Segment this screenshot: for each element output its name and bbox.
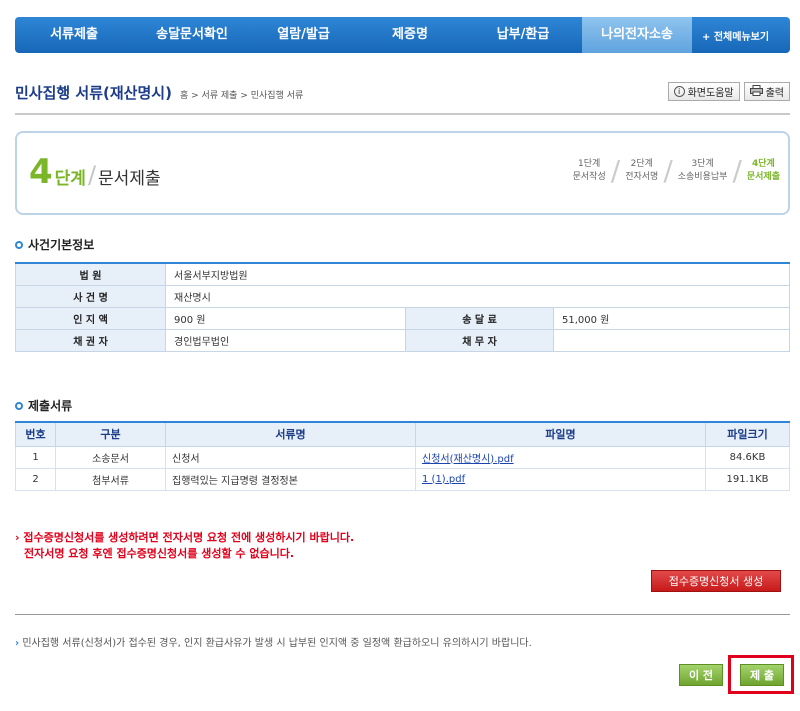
table-row: 법 원 서울서부지방법원 [15, 262, 790, 286]
current-step-title: 문서제출 [98, 169, 161, 189]
col-header-no: 번호 [15, 421, 56, 447]
creditor-value: 경인법무법인 [165, 328, 406, 352]
doc-name: 신청서 [165, 445, 416, 469]
table-row: 1 소송문서 신청서 신청서(재산명시).pdf 84.6KB [15, 445, 790, 469]
info-icon: i [673, 86, 685, 97]
col-header-type: 구분 [55, 421, 166, 447]
notice-text: 민사집행 서류(신청서)가 접수된 경우, 인지 환급사유가 발생 시 납부된 … [22, 638, 532, 649]
warning-line-1: 접수증명신청서를 생성하려면 전자서명 요청 전에 생성하시기 바랍니다. [23, 531, 355, 544]
print-button[interactable]: 출력 [743, 82, 790, 101]
table-row: 사 건 명 재산명시 [15, 284, 790, 308]
court-label: 법 원 [15, 262, 166, 286]
step-separator: / [732, 154, 742, 187]
step-item-label: 전자서명 [625, 172, 659, 182]
nav-item-document-submit[interactable]: 서류제출 [15, 17, 133, 53]
case-name-value: 재산명시 [165, 284, 790, 308]
table-row: 채 권 자 경인법무법인 채 무 자 [15, 328, 790, 352]
warning-line-2: 전자서명 요청 후엔 접수증명신청서를 생성할 수 없습니다. [24, 547, 295, 560]
all-menu-link[interactable]: + 전체메뉴보기 [692, 28, 769, 43]
service-fee-label: 송 달 료 [405, 306, 554, 330]
top-nav: 서류제출 송달문서확인 열람/발급 제증명 납부/환급 나의전자소송 + 전체메… [15, 17, 790, 53]
case-name-label: 사 건 명 [15, 284, 166, 308]
doc-type: 소송문서 [55, 445, 166, 469]
notice: › 민사집행 서류(신청서)가 접수된 경우, 인지 환급사유가 발생 시 납부… [15, 634, 532, 649]
divider [15, 614, 790, 615]
prev-button[interactable]: 이 전 [679, 664, 723, 686]
step-item-label: 문서작성 [572, 172, 606, 182]
stamp-fee-label: 인 지 액 [15, 306, 166, 330]
step-item-label: 소송비용납부 [677, 172, 728, 182]
table-header-row: 번호 구분 서류명 파일명 파일크기 [15, 421, 790, 447]
doc-file-link[interactable]: 1 (1).pdf [422, 474, 465, 485]
breadcrumb: 홈 > 서류 제출 > 민사집행 서류 [179, 91, 304, 101]
docs-heading: 제출서류 [15, 397, 72, 414]
doc-file-link[interactable]: 신청서(재산명시).pdf [422, 454, 514, 465]
doc-size: 191.1KB [705, 467, 790, 491]
divider [15, 113, 790, 115]
bullet-icon [15, 240, 23, 249]
current-step-word: 단계 [54, 169, 86, 189]
arrow-icon: › [15, 531, 20, 544]
step-item-4: 4단계 문서제출 [747, 158, 780, 184]
step-item-step: 4단계 [752, 159, 775, 169]
debtor-value [553, 328, 790, 352]
step-slash: / [87, 161, 97, 189]
table-row: 2 첨부서류 집행력있는 지급명령 결정정본 1 (1).pdf 191.1KB [15, 467, 790, 491]
screen-help-label: 화면도움말 [687, 88, 734, 99]
title-row: 민사집행 서류(재산명시) 홈 > 서류 제출 > 민사집행 서류 [15, 82, 303, 103]
screen-help-button[interactable]: i 화면도움말 [667, 82, 740, 101]
step-item-2: 2단계 전자서명 [625, 158, 658, 184]
doc-no: 1 [15, 445, 56, 469]
printer-icon [749, 84, 763, 99]
case-info-table: 법 원 서울서부지방법원 사 건 명 재산명시 인 지 액 900 원 송 달 … [15, 262, 790, 352]
stamp-fee-value: 900 원 [165, 306, 406, 330]
doc-type: 첨부서류 [55, 467, 166, 491]
step-item-step: 3단계 [691, 159, 714, 169]
doc-file-cell: 1 (1).pdf [415, 467, 706, 491]
step-item-3: 3단계 소송비용납부 [678, 158, 728, 184]
arrow-icon: › [15, 638, 20, 649]
doc-file-cell: 신청서(재산명시).pdf [415, 445, 706, 469]
col-header-file-size: 파일크기 [705, 421, 790, 447]
creditor-label: 채 권 자 [15, 328, 166, 352]
table-row: 인 지 액 900 원 송 달 료 51,000 원 [15, 306, 790, 330]
warning-message: › 접수증명신청서를 생성하려면 전자서명 요청 전에 생성하시기 바랍니다. … [15, 530, 354, 562]
print-label: 출력 [765, 88, 784, 99]
docs-title: 제출서류 [28, 399, 73, 413]
step-item-step: 1단계 [578, 159, 601, 169]
debtor-label: 채 무 자 [405, 328, 554, 352]
nav-item-service-check[interactable]: 송달문서확인 [133, 17, 251, 53]
step-item-1: 1단계 문서작성 [573, 158, 606, 184]
col-header-file-name: 파일명 [415, 421, 706, 447]
submit-button[interactable]: 제 출 [740, 664, 784, 686]
docs-table: 번호 구분 서류명 파일명 파일크기 1 소송문서 신청서 신청서(재산명시).… [15, 421, 790, 491]
step-item-step: 2단계 [630, 159, 653, 169]
service-fee-value: 51,000 원 [553, 306, 790, 330]
current-step: 4 단계 / 문서제출 [29, 155, 161, 189]
page-title: 민사집행 서류(재산명시) [15, 84, 172, 102]
step-item-label: 문서제출 [746, 172, 780, 182]
case-info-title: 사건기본정보 [28, 238, 95, 252]
doc-size: 84.6KB [705, 445, 790, 469]
step-indicator: 4 단계 / 문서제출 1단계 문서작성 / 2단계 전자서명 / 3단계 소송… [15, 131, 790, 215]
col-header-doc-name: 서류명 [165, 421, 416, 447]
case-info-heading: 사건기본정보 [15, 236, 94, 253]
step-separator: / [663, 154, 673, 187]
bullet-icon [15, 401, 23, 410]
step-separator: / [610, 154, 621, 187]
nav-item-payment-refund[interactable]: 납부/환급 [464, 17, 582, 53]
step-list: 1단계 문서작성 / 2단계 전자서명 / 3단계 소송비용납부 / 4단계 문… [573, 157, 780, 185]
nav-item-view-issue[interactable]: 열람/발급 [251, 17, 356, 53]
court-value: 서울서부지방법원 [165, 262, 790, 286]
generate-receipt-button[interactable]: 접수증명신청서 생성 [651, 570, 781, 592]
doc-name: 집행력있는 지급명령 결정정본 [165, 467, 416, 491]
nav-item-certificate[interactable]: 제증명 [356, 17, 464, 53]
help-buttons: i 화면도움말 출력 [667, 82, 790, 101]
nav-item-my-ecourt[interactable]: 나의전자소송 [582, 17, 692, 53]
doc-no: 2 [15, 467, 56, 491]
current-step-number: 4 [29, 152, 53, 192]
